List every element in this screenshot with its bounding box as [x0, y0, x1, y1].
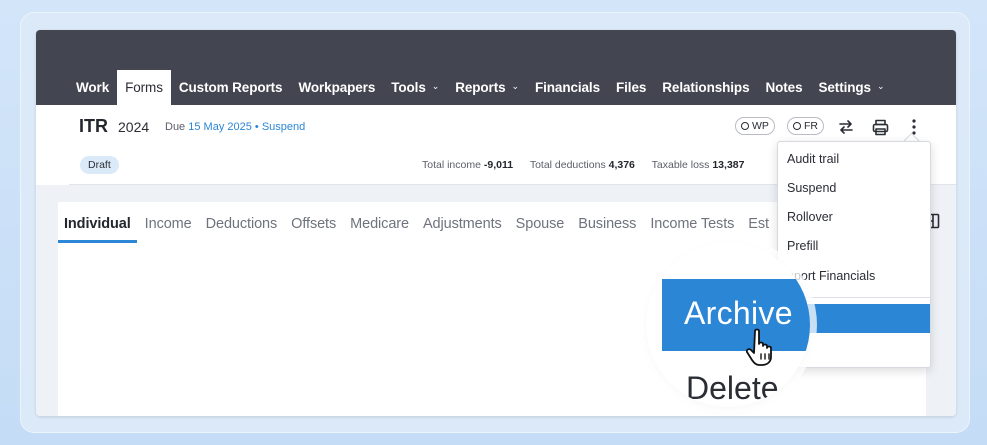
- magnified-delete-label: Delete: [686, 370, 779, 406]
- chevron-down-icon: ⌄: [431, 81, 440, 91]
- tab-medicare[interactable]: Medicare: [350, 216, 409, 232]
- total-deductions-value: 4,376: [608, 159, 635, 171]
- wp-label: WP: [752, 120, 769, 132]
- nav-label: Forms: [125, 80, 163, 95]
- nav-item-reports[interactable]: Reports ⌄: [447, 70, 527, 105]
- nav-label: Notes: [765, 80, 803, 95]
- form-title: ITR: [79, 116, 108, 136]
- due-separator: •: [254, 121, 259, 133]
- tab-business[interactable]: Business: [578, 216, 636, 232]
- nav-label: Reports: [455, 80, 506, 95]
- suspend-link[interactable]: Suspend: [262, 121, 305, 133]
- nav-item-relationships[interactable]: Relationships: [654, 70, 757, 105]
- taxable-loss-value: 13,387: [712, 159, 745, 171]
- nav-item-forms[interactable]: Forms: [117, 70, 171, 105]
- nav-item-financials[interactable]: Financials: [527, 70, 608, 105]
- nav-label: Settings: [818, 80, 872, 95]
- active-tab-indicator: [58, 240, 137, 243]
- tab-est[interactable]: Est: [748, 216, 769, 232]
- chevron-down-icon: ⌄: [511, 81, 520, 91]
- top-navigation-bar: Work Forms Custom Reports Workpapers Too…: [36, 30, 956, 105]
- tab-offsets[interactable]: Offsets: [291, 216, 336, 232]
- nav-item-notes[interactable]: Notes: [757, 70, 810, 105]
- menu-item-suspend[interactable]: Suspend: [778, 174, 930, 203]
- total-deductions-label: Total deductions: [529, 159, 606, 171]
- hand-pointer-icon: [745, 328, 772, 366]
- nav-label: Workpapers: [298, 80, 376, 95]
- chevron-down-icon: ⌄: [876, 81, 885, 91]
- fr-toggle[interactable]: FR: [787, 117, 824, 135]
- circle-icon: [741, 122, 749, 130]
- menu-item-audit-trail[interactable]: Audit trail: [778, 145, 930, 174]
- tab-income[interactable]: Income: [145, 216, 192, 232]
- tab-deductions[interactable]: Deductions: [206, 216, 278, 232]
- wp-toggle[interactable]: WP: [735, 117, 775, 135]
- totals-summary: Total income -9,011 Total deductions 4,3…: [422, 159, 744, 171]
- nav-item-tools[interactable]: Tools ⌄: [383, 70, 447, 105]
- due-date-link[interactable]: 15 May 2025: [188, 121, 252, 133]
- nav-label: Work: [76, 80, 110, 95]
- tab-spouse[interactable]: Spouse: [516, 216, 565, 232]
- due-info: Due 15 May 2025 • Suspend: [165, 121, 305, 133]
- circle-icon: [793, 122, 801, 130]
- nav-label: Relationships: [662, 80, 750, 95]
- swap-arrows-icon[interactable]: [835, 116, 857, 138]
- tab-income-tests[interactable]: Income Tests: [650, 216, 734, 232]
- nav-label: Custom Reports: [178, 80, 283, 95]
- nav-item-settings[interactable]: Settings ⌄: [811, 70, 893, 105]
- menu-item-prefill[interactable]: Prefill: [778, 232, 930, 261]
- nav-label: Tools: [391, 80, 426, 95]
- menu-item-rollover[interactable]: Rollover: [778, 203, 930, 232]
- total-income-label: Total income: [422, 159, 481, 171]
- main-nav: Work Forms Custom Reports Workpapers Too…: [68, 70, 892, 105]
- nav-item-files[interactable]: Files: [608, 70, 654, 105]
- app-window: Work Forms Custom Reports Workpapers Too…: [36, 30, 956, 416]
- form-year: 2024: [118, 119, 150, 135]
- taxable-loss-label: Taxable loss: [651, 159, 710, 171]
- nav-item-custom-reports[interactable]: Custom Reports: [171, 70, 291, 105]
- nav-item-work[interactable]: Work: [68, 70, 117, 105]
- nav-label: Financials: [534, 80, 600, 95]
- tab-adjustments[interactable]: Adjustments: [423, 216, 502, 232]
- form-tabs: Individual Income Deductions Offsets Med…: [64, 216, 783, 232]
- nav-label: Files: [616, 80, 647, 95]
- printer-icon[interactable]: [869, 116, 891, 138]
- nav-item-workpapers[interactable]: Workpapers: [290, 70, 383, 105]
- total-income-value: -9,011: [483, 159, 514, 171]
- tab-individual[interactable]: Individual: [64, 216, 131, 232]
- fr-label: FR: [804, 120, 818, 132]
- status-badge: Draft: [80, 156, 119, 174]
- zoom-magnifier: Archive Delete: [646, 243, 810, 407]
- due-prefix: Due: [165, 121, 186, 133]
